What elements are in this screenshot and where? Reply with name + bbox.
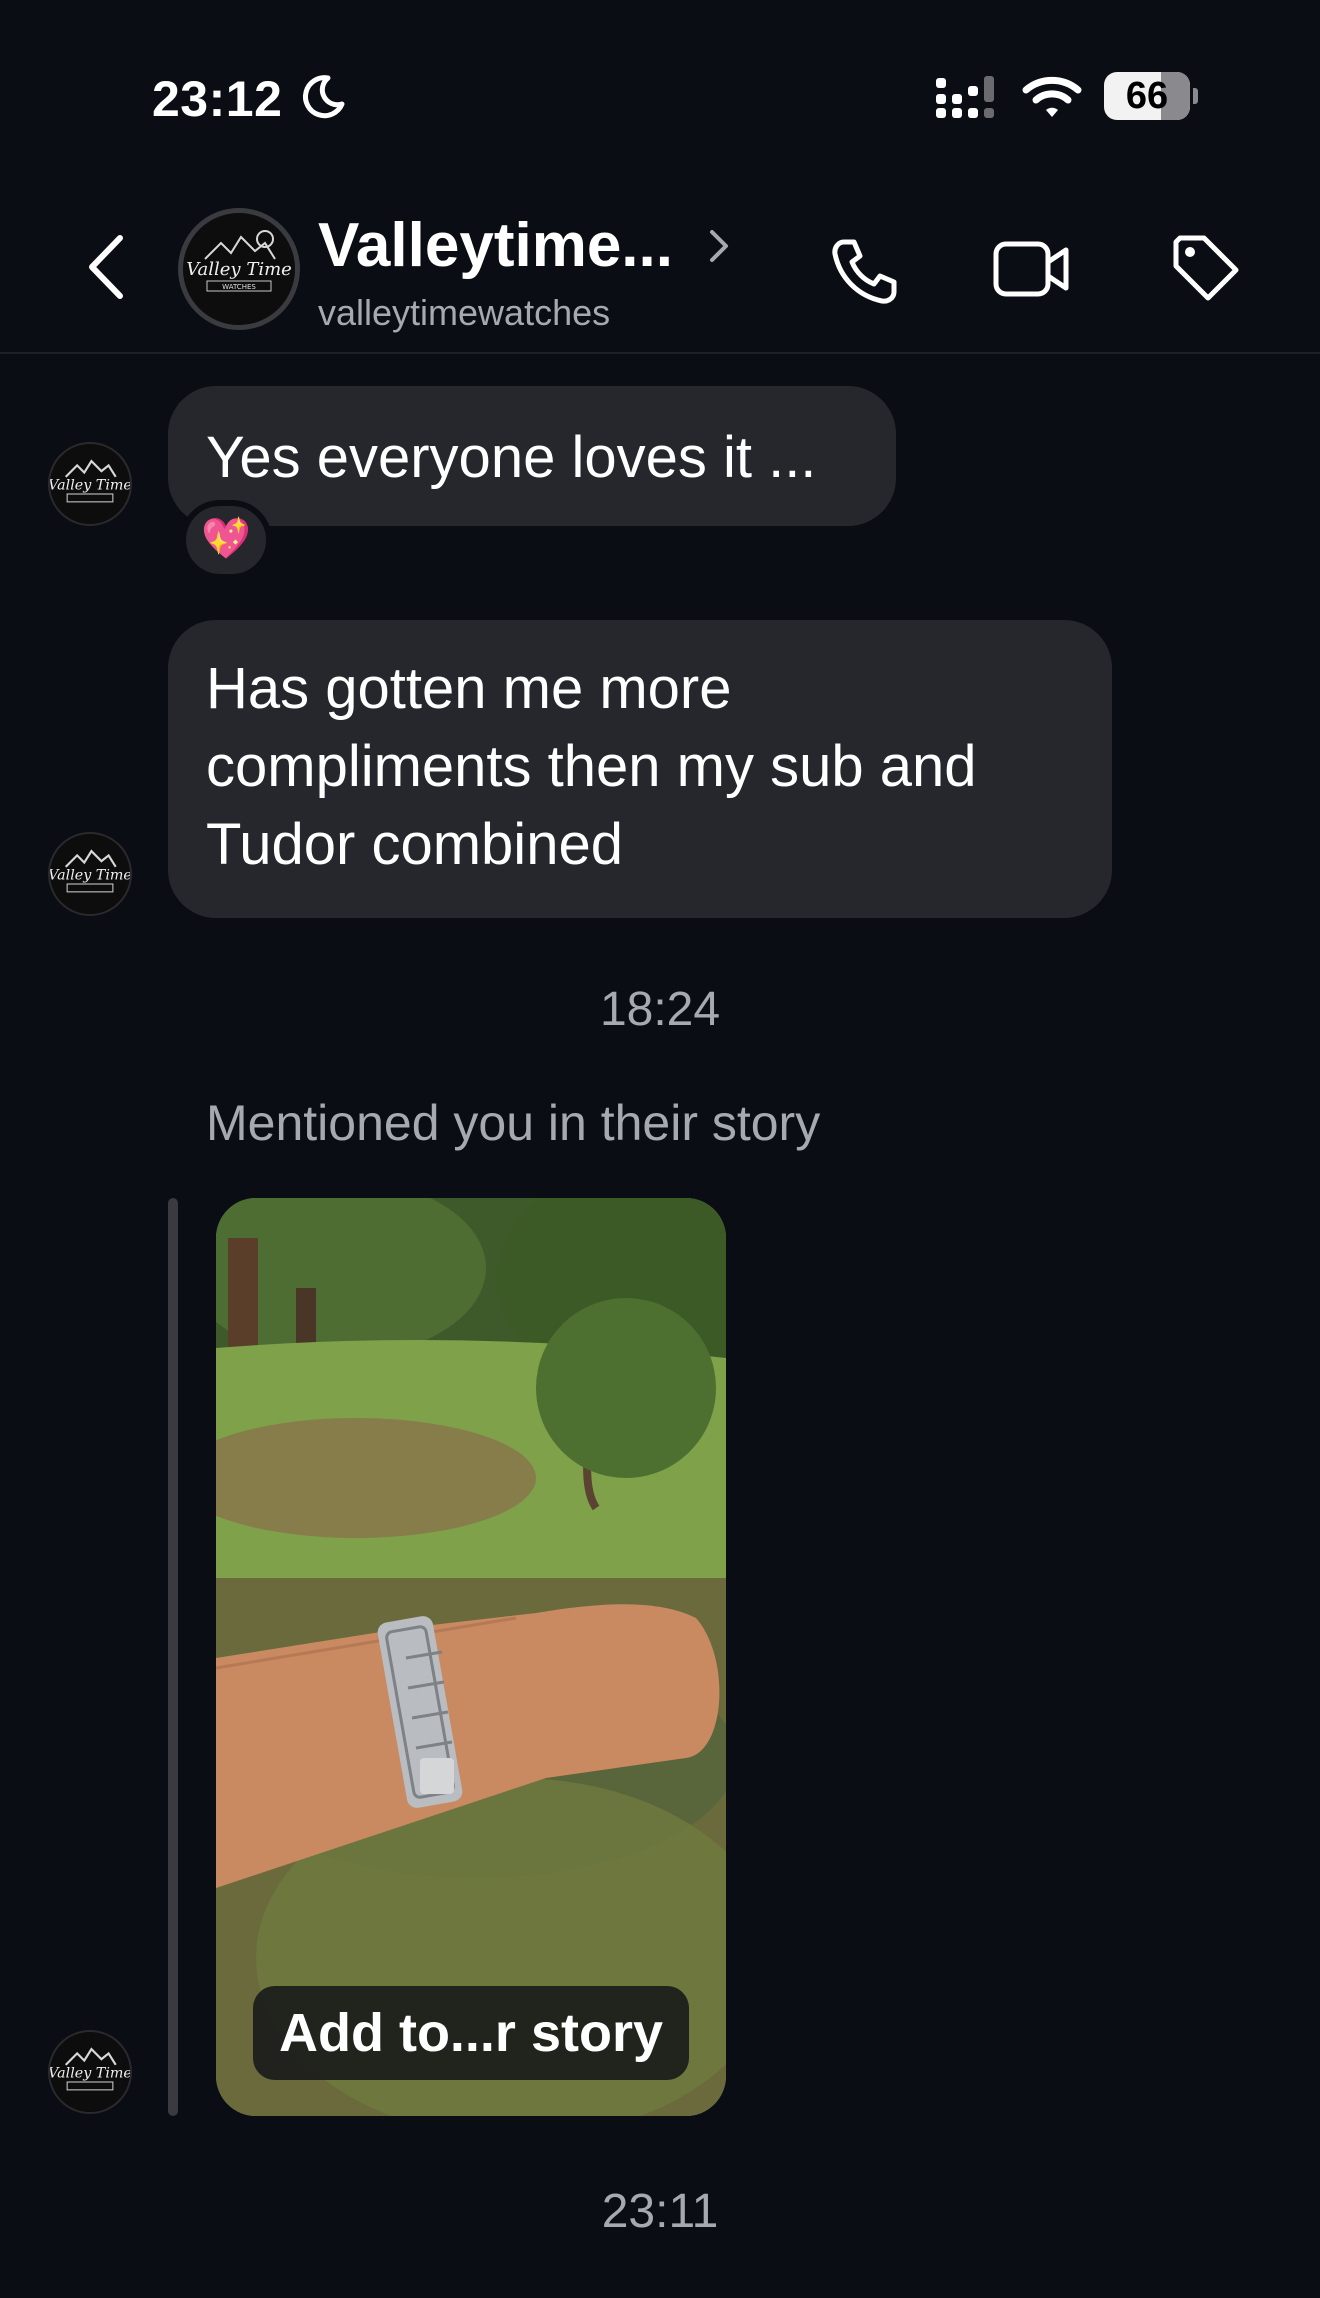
message-bubble[interactable]: Has gotten me more compliments then my s… (168, 620, 1112, 918)
message-reaction[interactable]: 💖 (180, 500, 272, 580)
sparkling-heart-emoji: 💖 (201, 517, 251, 561)
status-time: 23:12 (152, 71, 283, 127)
message-bubble[interactable]: Yes everyone loves it ... (168, 386, 896, 526)
svg-text:Valley Time: Valley Time (50, 868, 130, 884)
battery-icon: 66 (1104, 72, 1198, 120)
svg-text:Valley Time: Valley Time (186, 259, 292, 280)
valley-time-logo: Valley Time (50, 444, 130, 524)
add-to-story-button[interactable]: Add to...r story (253, 1986, 689, 2080)
avatar[interactable]: Valley Time WATCHES (178, 208, 300, 330)
message-text: Yes everyone loves it ... (206, 425, 817, 490)
tag-icon[interactable] (1168, 232, 1242, 306)
video-camera-icon[interactable] (992, 238, 1072, 300)
story-image (216, 1198, 726, 2116)
message-line: Tudor combined (206, 812, 623, 877)
story-mention-label: Mentioned you in their story (206, 1095, 821, 1151)
signal-icon (936, 76, 994, 118)
valley-time-logo: Valley Time (50, 2032, 130, 2112)
chat-username[interactable]: valleytimewatches (318, 292, 610, 334)
svg-text:WATCHES: WATCHES (222, 283, 256, 291)
sender-avatar[interactable]: Valley Time (48, 832, 132, 916)
moon-icon (303, 75, 345, 119)
svg-text:Valley Time: Valley Time (50, 2066, 130, 2082)
back-chevron-icon[interactable] (82, 232, 132, 302)
timestamp: 23:11 (601, 2185, 719, 2238)
chat-screen: 23:12 66 Valley Time WATCHES Valleytime.… (0, 0, 1320, 2298)
header-divider (0, 352, 1320, 354)
valley-time-logo: Valley Time WATCHES (183, 213, 295, 325)
timestamp: 18:24 (599, 983, 721, 1036)
chat-title[interactable]: Valleytime... (318, 210, 673, 281)
sender-avatar[interactable]: Valley Time (48, 2030, 132, 2114)
message-line: Has gotten me more (206, 656, 732, 721)
battery-level: 66 (1125, 75, 1169, 117)
story-preview[interactable] (216, 1198, 726, 2116)
svg-text:Valley Time: Valley Time (50, 478, 130, 494)
phone-icon[interactable] (828, 236, 900, 308)
chevron-right-icon[interactable] (706, 224, 732, 268)
story-reply-bar (168, 1198, 178, 2116)
sender-avatar[interactable]: Valley Time (48, 442, 132, 526)
valley-time-logo: Valley Time (50, 834, 130, 914)
message-line: compliments then my sub and (206, 734, 977, 799)
wifi-icon (1022, 76, 1082, 117)
